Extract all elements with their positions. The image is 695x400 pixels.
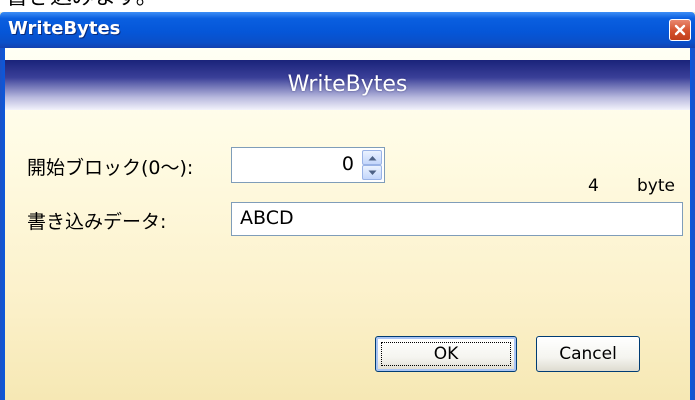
page-caption: 書き込みます。 <box>6 0 158 10</box>
header-banner: WriteBytes <box>5 60 690 110</box>
start-block-spinner[interactable]: 0 <box>231 147 385 183</box>
write-data-input[interactable]: ABCD <box>231 202 683 236</box>
dialog-client-area: WriteBytes 開始ブロック(0～): 0 4 byte 書き込みデータ:… <box>5 48 690 400</box>
arrow-up-icon <box>368 155 376 160</box>
dialog-window: WriteBytes WriteBytes 開始ブロック(0～): 0 4 by… <box>0 12 695 400</box>
banner-title: WriteBytes <box>287 72 408 97</box>
window-frame-right <box>690 48 695 400</box>
title-bar[interactable]: WriteBytes <box>0 12 695 48</box>
cancel-button-label: Cancel <box>559 344 617 364</box>
spin-up-button[interactable] <box>362 150 382 165</box>
start-block-label: 開始ブロック(0～): <box>27 157 194 179</box>
start-block-value[interactable]: 0 <box>342 153 354 175</box>
write-data-label: 書き込みデータ: <box>27 211 167 233</box>
ok-button[interactable]: OK <box>375 336 517 372</box>
arrow-down-icon <box>368 170 376 175</box>
close-button[interactable] <box>669 19 691 41</box>
spin-down-button[interactable] <box>362 165 382 180</box>
close-x-icon <box>674 24 686 36</box>
byte-count-value: 4 <box>588 176 599 196</box>
byte-count-unit: byte <box>637 176 675 196</box>
window-title: WriteBytes <box>8 18 121 39</box>
page-caption-strip: 書き込みます。 <box>0 0 695 12</box>
spinner-buttons <box>362 150 382 180</box>
cancel-button[interactable]: Cancel <box>536 336 640 372</box>
focus-rectangle <box>381 342 511 366</box>
